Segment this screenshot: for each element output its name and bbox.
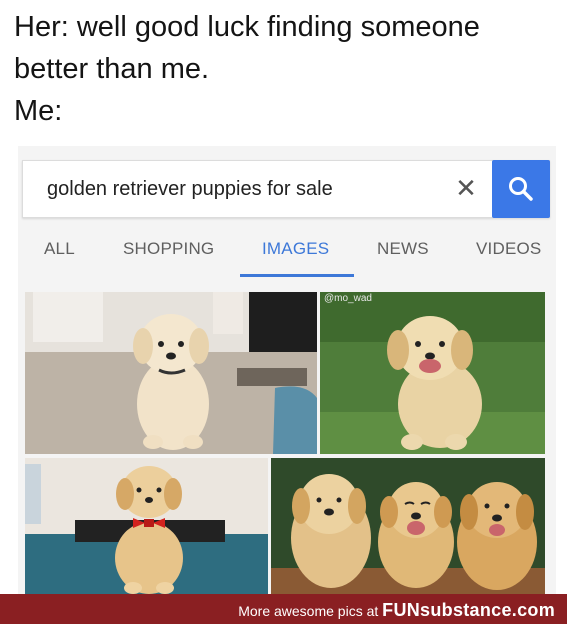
search-input[interactable]: golden retriever puppies for sale [47,178,333,201]
search-tabs: ALL SHOPPING IMAGES NEWS VIDEOS [18,222,556,278]
caption-line: Her: well good luck finding someone [14,11,480,43]
search-button[interactable] [492,160,550,218]
result-image-puppy-bowtie[interactable] [25,458,268,594]
close-icon[interactable]: ✕ [453,175,479,203]
footer-brand[interactable]: FUNsubstance.com [382,600,555,620]
active-tab-indicator [240,274,354,277]
search-results-card: golden retriever puppies for sale ✕ ALL … [18,146,556,598]
search-bar: golden retriever puppies for sale ✕ [22,160,550,218]
result-image-puppy-carpet[interactable] [25,292,317,454]
meme-caption: Her: well good luck finding someone bett… [14,6,559,132]
footer-text: More awesome pics at [238,603,379,619]
footer-credit: More awesome pics at FUNsubstance.com [238,600,555,621]
result-image-three-puppies[interactable] [271,458,545,594]
result-image-puppy-grass[interactable]: @mo_wad [320,292,545,454]
tab-shopping[interactable]: SHOPPING [123,239,214,259]
footer-banner: More awesome pics at FUNsubstance.com [0,594,567,624]
tab-news[interactable]: NEWS [377,239,429,259]
tab-images[interactable]: IMAGES [262,239,329,259]
magnifier-icon [509,177,533,201]
tab-all[interactable]: ALL [44,239,75,259]
tab-videos[interactable]: VIDEOS [476,239,541,259]
caption-line: better than me. [14,53,210,85]
caption-line: Me: [14,95,63,127]
image-watermark: @mo_wad [324,293,372,304]
